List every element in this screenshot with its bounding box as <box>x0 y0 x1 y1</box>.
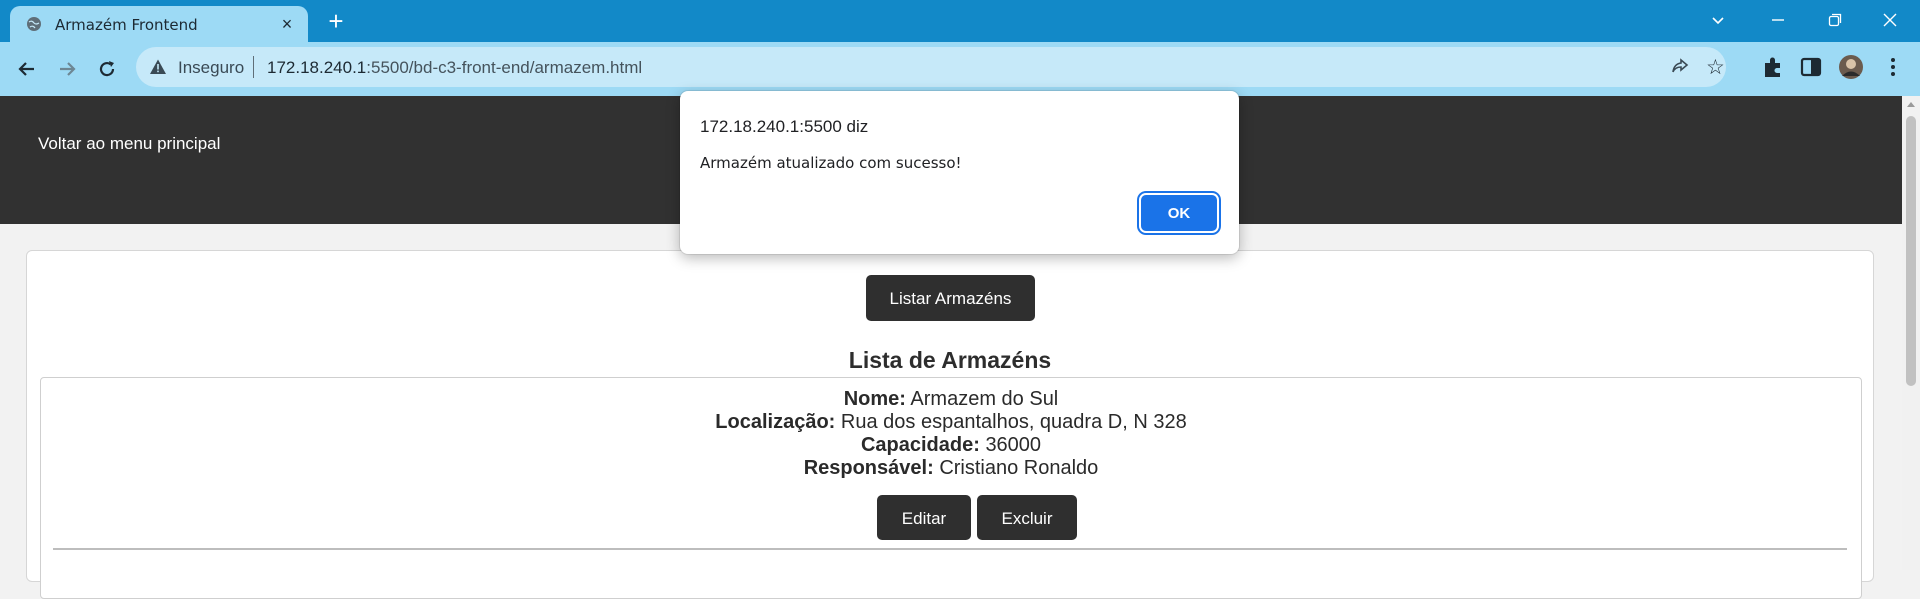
browser-tab-bar: Armazém Frontend × + <box>0 0 1920 42</box>
name-label: Nome: <box>843 388 906 410</box>
warehouse-name: Armazem do Sul <box>910 388 1059 410</box>
close-tab-icon[interactable]: × <box>278 15 296 33</box>
url-text[interactable]: 172.18.240.1:5500/bd-c3-front-end/armaze… <box>267 58 642 78</box>
list-title: Lista de Armazéns <box>848 347 1052 373</box>
warehouse-capacity-row: Capacidade: 36000 <box>41 434 1861 457</box>
security-label[interactable]: Inseguro <box>178 58 244 78</box>
address-bar[interactable]: Inseguro 172.18.240.1:5500/bd-c3-front-e… <box>136 47 1726 87</box>
dialog-ok-button[interactable]: OK <box>1141 195 1217 231</box>
back-to-menu-link[interactable]: Voltar ao menu principal <box>38 134 220 154</box>
browser-toolbar: Inseguro 172.18.240.1:5500/bd-c3-front-e… <box>0 42 1920 96</box>
warehouse-manager-row: Responsável: Cristiano Ronaldo <box>41 457 1861 480</box>
alert-dialog: 172.18.240.1:5500 diz Armazém atualizado… <box>680 91 1239 254</box>
back-arrow-icon[interactable] <box>12 54 42 84</box>
warehouse-location-row: Localização: Rua dos espantalhos, quadra… <box>41 411 1861 434</box>
manager-label: Responsável: <box>803 457 934 479</box>
bookmark-star-icon[interactable]: ☆ <box>1706 55 1725 80</box>
url-path: :5500/bd-c3-front-end/armazem.html <box>366 58 643 77</box>
side-panel-icon[interactable] <box>1798 54 1824 80</box>
menu-kebab-icon[interactable] <box>1880 54 1906 80</box>
restore-icon[interactable] <box>1805 0 1865 40</box>
warehouse-capacity: 36000 <box>985 434 1042 456</box>
scroll-up-arrow-icon[interactable] <box>1907 102 1915 107</box>
capacity-label: Capacidade: <box>860 434 980 456</box>
page-scrollbar[interactable] <box>1902 96 1920 570</box>
url-host: 172.18.240.1 <box>267 58 367 77</box>
warehouse-location: Rua dos espantalhos, quadra D, N 328 <box>840 411 1187 433</box>
reload-icon[interactable] <box>92 54 122 84</box>
item-divider <box>53 548 1847 550</box>
omnibox-separator <box>253 56 254 78</box>
warehouse-item: Nome: Armazem do Sul Localização: Rua do… <box>40 377 1862 599</box>
edit-button[interactable]: Editar <box>877 495 971 540</box>
globe-icon <box>27 17 41 31</box>
warning-icon[interactable] <box>149 58 167 76</box>
browser-tab[interactable]: Armazém Frontend × <box>10 6 308 42</box>
dialog-message: Armazém atualizado com sucesso! <box>700 154 962 172</box>
warehouse-card: Listar Armazéns Lista de Armazéns Nome: … <box>26 250 1874 599</box>
close-window-icon[interactable] <box>1860 0 1920 40</box>
list-warehouses-button[interactable]: Listar Armazéns <box>866 275 1035 321</box>
scrollbar-thumb[interactable] <box>1906 116 1916 386</box>
new-tab-icon[interactable]: + <box>322 8 350 36</box>
tab-title: Armazém Frontend <box>55 16 198 34</box>
warehouse-manager: Cristiano Ronaldo <box>939 457 1099 479</box>
dialog-origin: 172.18.240.1:5500 diz <box>700 117 869 136</box>
warehouse-name-row: Nome: Armazem do Sul <box>41 388 1861 411</box>
minimize-icon[interactable] <box>1748 0 1808 40</box>
location-label: Localização: <box>715 411 836 433</box>
profile-avatar[interactable] <box>1838 54 1864 80</box>
tab-search-icon[interactable] <box>1688 0 1748 40</box>
share-icon[interactable] <box>1670 57 1690 77</box>
extensions-puzzle-icon[interactable] <box>1760 54 1786 80</box>
forward-arrow-icon[interactable] <box>52 54 82 84</box>
delete-button[interactable]: Excluir <box>977 495 1077 540</box>
